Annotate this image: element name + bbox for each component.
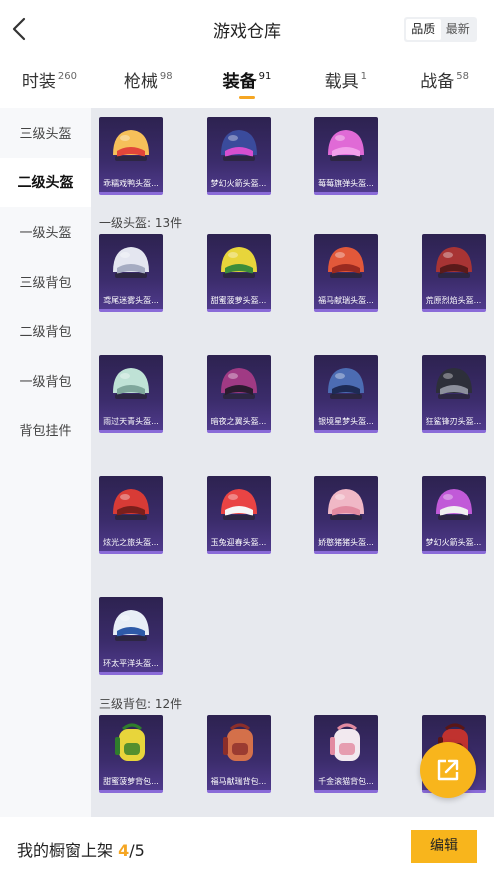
sidebar-item-backpack-pendant[interactable]: 背包挂件 <box>0 405 91 455</box>
item-card[interactable]: 梦幻火箭头盔... <box>421 475 486 554</box>
helmet-image <box>113 130 149 161</box>
helmet-image <box>328 367 364 399</box>
sidebar-item-level1-backpack[interactable]: 一级背包 <box>0 356 91 406</box>
item-name: 荒原烈焰头盔... <box>425 295 482 305</box>
subcategory-sidebar: 三级头盔 二级头盔 一级头盔 三级背包 二级背包 一级背包 背包挂件 <box>0 108 91 817</box>
sort-quality-button[interactable]: 品质 <box>406 19 441 40</box>
item-name: 乖糯戏鸭头盔... <box>103 179 159 188</box>
category-tabs: 时装 260 枪械 98 装备 91 载具 1 战备 58 <box>0 62 494 108</box>
helmet-image <box>113 609 149 641</box>
item-card[interactable]: 雨过天青头盔... <box>99 354 163 433</box>
item-card[interactable]: 玉兔迎春头盔... <box>206 475 271 554</box>
helmet-image <box>220 246 257 278</box>
showcase-total-count: 5 <box>134 841 145 860</box>
sidebar-item-level1-helmet[interactable]: 一级头盔 <box>0 207 91 257</box>
item-card[interactable]: 莓莓旗弹头盔... <box>314 117 378 195</box>
sidebar-item-level3-backpack[interactable]: 三级背包 <box>0 257 91 307</box>
tab-supplies[interactable]: 战备 58 <box>395 62 494 108</box>
showcase-label: 我的橱窗上架 <box>17 841 114 860</box>
helmet-image <box>113 488 149 520</box>
item-card[interactable]: 炫光之旅头盔... <box>99 475 163 554</box>
sidebar-item-level2-helmet[interactable]: 二级头盔 <box>0 157 91 207</box>
item-name: 环太平洋头盔... <box>103 658 159 668</box>
item-list[interactable]: 乖糯戏鸭头盔... 梦幻火箭头盔... 莓莓旗弹头盔... 一级头盔: 13件鸢尾迷雾… <box>91 108 494 817</box>
item-grid: 鸢尾迷雾头盔... 甜蜜菠萝头盔... 福马献瑞头盔... 荒原烈焰头盔... 雨过天青… <box>99 233 494 718</box>
item-name: 梦幻火箭头盔... <box>425 537 482 547</box>
share-icon <box>437 759 459 781</box>
tab-equipment[interactable]: 装备 91 <box>198 62 297 108</box>
helmet-image <box>113 246 149 278</box>
helmet-image <box>328 130 364 161</box>
helmet-image <box>113 367 149 399</box>
item-name: 福马献瑞背包... <box>210 776 267 786</box>
item-card[interactable]: 环太平洋头盔... <box>99 596 163 675</box>
sort-toggle: 品质 最新 <box>404 17 477 42</box>
tab-guns[interactable]: 枪械 98 <box>99 62 198 108</box>
active-tab-underline <box>238 96 255 99</box>
item-card[interactable]: 荒原烈焰头盔... <box>421 233 486 312</box>
item-name: 甜蜜菠萝背包... <box>103 776 159 786</box>
helmet-image <box>220 488 257 520</box>
item-name: 炫光之旅头盔... <box>103 537 159 547</box>
item-name: 娇憨猪猪头盔... <box>318 537 374 547</box>
item-name: 暗夜之翼头盔... <box>210 416 267 426</box>
share-button[interactable] <box>420 742 476 798</box>
item-card[interactable]: 鸢尾迷雾头盔... <box>99 233 163 312</box>
item-name: 雨过天青头盔... <box>103 416 159 426</box>
item-name: 鸢尾迷雾头盔... <box>103 295 159 305</box>
item-card[interactable]: 甜蜜菠萝头盔... <box>206 233 271 312</box>
item-card[interactable]: 福马献瑞背包... <box>206 714 271 793</box>
item-card[interactable]: 甜蜜菠萝背包... <box>99 714 163 793</box>
showcase-status: 我的橱窗上架 4/5 <box>17 837 145 861</box>
item-name: 甜蜜菠萝头盔... <box>210 295 267 305</box>
item-name: 莓莓旗弹头盔... <box>318 179 374 188</box>
sidebar-item-level2-backpack[interactable]: 二级背包 <box>0 306 91 356</box>
item-name: 玉兔迎春头盔... <box>210 537 267 547</box>
backpack-image <box>115 723 145 761</box>
helmet-image <box>220 130 257 161</box>
section-title: 一级头盔: 13件 <box>99 215 183 230</box>
edit-button[interactable]: 编辑 <box>411 830 477 863</box>
showcase-bar: 我的橱窗上架 4/5 编辑 <box>0 817 494 875</box>
helmet-image <box>328 488 364 520</box>
helmet-image <box>435 246 472 278</box>
section-title: 三级背包: 12件 <box>99 696 183 711</box>
showcase-current-count: 4 <box>118 841 130 860</box>
item-name: 银境星梦头盔... <box>318 416 374 426</box>
top-bar: 游戏仓库 品质 最新 <box>0 0 494 58</box>
item-name: 福马献瑞头盔... <box>318 295 374 305</box>
tab-fashion[interactable]: 时装 260 <box>0 62 99 108</box>
item-card[interactable]: 福马献瑞头盔... <box>314 233 378 312</box>
sidebar-item-level3-helmet[interactable]: 三级头盔 <box>0 108 91 158</box>
helmet-image <box>435 488 472 520</box>
item-card[interactable]: 暗夜之翼头盔... <box>206 354 271 433</box>
helmet-image <box>220 367 257 399</box>
tab-vehicles[interactable]: 载具 1 <box>296 62 395 108</box>
item-card[interactable]: 娇憨猪猪头盔... <box>314 475 378 554</box>
item-card[interactable]: 梦幻火箭头盔... <box>206 117 271 195</box>
helmet-image <box>328 246 364 278</box>
item-card[interactable]: 千金滚猫背包... <box>314 714 378 793</box>
backpack-image <box>222 723 253 761</box>
item-name: 千金滚猫背包... <box>318 776 374 786</box>
item-name: 狂鲨锋刃头盔... <box>425 416 482 426</box>
item-card[interactable]: 狂鲨锋刃头盔... <box>421 354 486 433</box>
helmet-image <box>435 367 472 399</box>
backpack-image <box>330 723 360 761</box>
item-name: 梦幻火箭头盔... <box>210 179 267 188</box>
item-card[interactable]: 乖糯戏鸭头盔... <box>99 117 163 195</box>
sort-newest-button[interactable]: 最新 <box>441 19 476 40</box>
item-card[interactable]: 银境星梦头盔... <box>314 354 378 433</box>
